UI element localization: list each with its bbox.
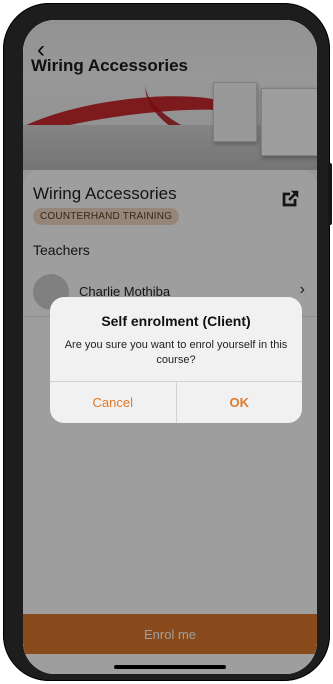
dialog-title: Self enrolment (Client) (101, 313, 251, 329)
app-screen: ‹ Wiring Accessories Wiring Accessories … (23, 20, 317, 674)
dialog-message: Are you sure you want to enrol yourself … (64, 339, 288, 366)
cancel-button[interactable]: Cancel (50, 382, 176, 423)
phone-frame: ‹ Wiring Accessories Wiring Accessories … (3, 3, 332, 681)
dialog-actions: Cancel OK (50, 381, 302, 423)
home-indicator[interactable] (114, 665, 226, 669)
self-enrolment-dialog: Self enrolment (Client) Are you sure you… (50, 297, 302, 423)
side-button (328, 163, 332, 225)
ok-button[interactable]: OK (175, 382, 303, 423)
